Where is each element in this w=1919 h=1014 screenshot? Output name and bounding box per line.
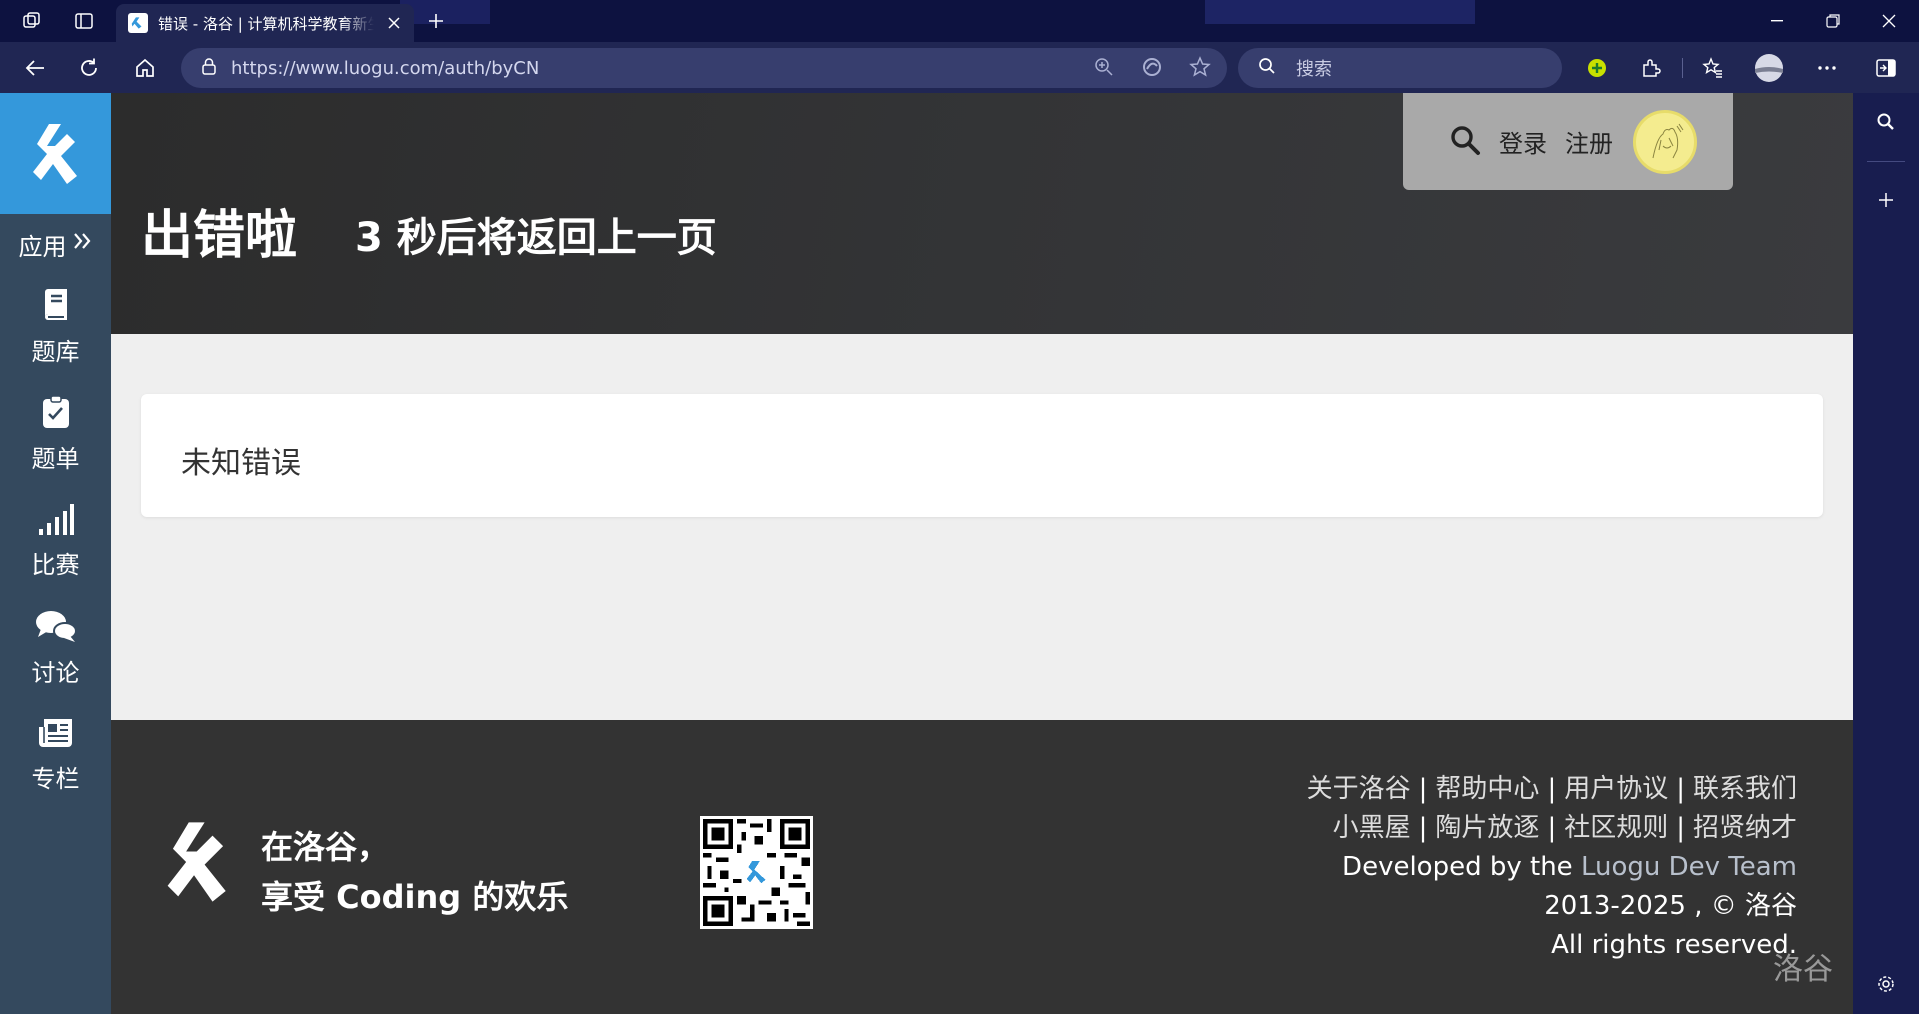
footer-link-help[interactable]: 帮助中心: [1435, 774, 1539, 804]
active-tab[interactable]: 错误 - 洛谷 | 计算机科学教育新生态: [116, 4, 414, 42]
sidebar-item-problems[interactable]: 题库: [0, 274, 111, 381]
footer-link-contact[interactable]: 联系我们: [1693, 774, 1797, 804]
restore-icon[interactable]: [1805, 0, 1861, 42]
tabstrip-decoration: [1205, 0, 1475, 24]
browser-right-sidebar: [1853, 93, 1919, 1014]
tab-actions-icon[interactable]: [72, 9, 96, 33]
sidebar-item-label: 题单: [31, 445, 80, 473]
double-chevron-right-icon: [71, 230, 93, 258]
clipboard-icon: [42, 395, 70, 433]
footer-link-about[interactable]: 关于洛谷: [1307, 774, 1411, 804]
redirect-countdown: 3 秒后将返回上一页: [355, 215, 717, 261]
error-message: 未知错误: [181, 446, 301, 481]
sidebar-item-discuss[interactable]: 讨论: [0, 595, 111, 702]
sidebar-divider: [1867, 161, 1905, 162]
sidebar-item-articles[interactable]: 专栏: [0, 702, 111, 809]
search-placeholder: 搜索: [1296, 59, 1332, 80]
login-link[interactable]: 登录: [1499, 124, 1547, 159]
footer-links-row-1: 关于洛谷 | 帮助中心 | 用户协议 | 联系我们: [1306, 774, 1797, 804]
user-panel: 登录 注册: [1403, 93, 1733, 190]
home-icon[interactable]: [130, 53, 160, 83]
footer-link-community-rules[interactable]: 社区规则: [1564, 813, 1668, 843]
developer-prefix: Developed by the: [1342, 852, 1573, 882]
new-tab-icon[interactable]: [424, 9, 448, 33]
footer-link-careers[interactable]: 招贤纳才: [1693, 813, 1797, 843]
luogu-logo-icon: [32, 123, 77, 184]
sidebar-search-icon[interactable]: [1871, 107, 1901, 137]
sidebar-toggle-icon[interactable]: [1871, 53, 1901, 83]
newspaper-icon: [38, 717, 74, 753]
browser-tab-strip: 错误 - 洛谷 | 计算机科学教育新生态: [0, 0, 1919, 42]
footer-copyright: 2013-2025 , © 洛谷: [1544, 891, 1797, 921]
add-sidebar-app-icon[interactable]: [1871, 185, 1901, 215]
footer-links: 关于洛谷 | 帮助中心 | 用户协议 | 联系我们 小黑屋 | 陶片放逐 | 社区规则 | 招贤纳才 D…: [1307, 770, 1797, 965]
luogu-logo[interactable]: [0, 93, 111, 214]
profile-avatar-icon[interactable]: [1754, 53, 1784, 83]
signal-bars-icon: [38, 503, 74, 539]
footer-rights: All rights reserved.: [1551, 930, 1797, 960]
page-footer: 在洛谷， 享受 Coding 的欢乐 关于洛谷 | 帮助中心 | 用户协议 | …: [111, 720, 1853, 1014]
book-icon: [41, 288, 71, 326]
close-tab-icon[interactable]: [384, 13, 404, 33]
footer-link-terms[interactable]: 用户协议: [1564, 774, 1668, 804]
browser-search-box[interactable]: 搜索: [1238, 48, 1562, 88]
refresh-icon[interactable]: [74, 53, 104, 83]
browser-toolbar: https://www.luogu.com/auth/byCN 搜索: [0, 42, 1919, 93]
zoom-icon[interactable]: [1093, 56, 1115, 82]
slogan-line-1: 在洛谷，: [261, 828, 390, 866]
web-page: 应用 题库 题单 比赛 讨论 专栏 出错啦 3 秒后将返回上一页 登录 注册 未…: [0, 93, 1853, 1014]
lock-icon[interactable]: [201, 57, 217, 79]
wechat-qr-code: [700, 816, 813, 929]
luogu-favicon-icon: [128, 13, 148, 33]
sidebar-item-label: 讨论: [31, 659, 80, 687]
favorites-icon[interactable]: [1698, 53, 1728, 83]
extension-plus-icon[interactable]: [1582, 53, 1612, 83]
site-search-icon[interactable]: [1449, 124, 1481, 160]
tab-title: 错误 - 洛谷 | 计算机科学教育新生态: [158, 14, 374, 33]
sidebar-settings-icon[interactable]: [1871, 969, 1901, 999]
more-menu-icon[interactable]: [1812, 53, 1842, 83]
minimize-icon[interactable]: [1749, 0, 1805, 42]
footer-link-ostracism[interactable]: 陶片放逐: [1435, 813, 1539, 843]
footer-slogan: 在洛谷， 享受 Coding 的欢乐: [261, 822, 568, 922]
sidebar-item-contests[interactable]: 比赛: [0, 488, 111, 595]
avatar-sketch-icon: [1652, 123, 1684, 158]
footer-developer-line: Developed by the Luogu Dev Team: [1307, 848, 1797, 887]
comments-icon: [35, 609, 77, 647]
register-link[interactable]: 注册: [1565, 124, 1613, 159]
apps-toggle[interactable]: 应用: [0, 214, 111, 274]
search-icon: [1258, 57, 1276, 79]
slogan-line-2: 享受 Coding 的欢乐: [261, 878, 569, 916]
url-text[interactable]: https://www.luogu.com/auth/byCN: [231, 58, 539, 79]
sidebar-item-label: 题库: [31, 338, 80, 366]
page-title: 出错啦: [141, 206, 298, 266]
error-card: 未知错误: [141, 394, 1823, 517]
page-header: 出错啦 3 秒后将返回上一页 登录 注册: [111, 93, 1853, 334]
left-sidebar: 应用 题库 题单 比赛 讨论 专栏: [0, 93, 111, 1014]
sidebar-item-problem-lists[interactable]: 题单: [0, 381, 111, 488]
footer-links-row-2: 小黑屋 | 陶片放逐 | 社区规则 | 招贤纳才: [1332, 813, 1797, 843]
sidebar-item-label: 专栏: [31, 765, 80, 793]
sidebar-item-label: 比赛: [31, 551, 80, 579]
toolbar-divider: [1682, 58, 1683, 78]
workspaces-icon[interactable]: [20, 9, 44, 33]
favorite-star-icon[interactable]: [1189, 56, 1211, 82]
footer-link-blacklist[interactable]: 小黑屋: [1333, 813, 1411, 843]
address-bar[interactable]: https://www.luogu.com/auth/byCN: [181, 48, 1227, 88]
dev-team-link[interactable]: Luogu Dev Team: [1581, 852, 1797, 882]
extensions-puzzle-icon[interactable]: [1636, 53, 1666, 83]
footer-luogu-logo-icon: [165, 816, 231, 912]
watermark-text: 洛谷: [1773, 952, 1833, 987]
edge-collections-icon[interactable]: [1141, 56, 1163, 82]
avatar[interactable]: [1633, 109, 1697, 174]
close-window-icon[interactable]: [1861, 0, 1917, 42]
apps-label: 应用: [18, 232, 67, 261]
back-icon[interactable]: [20, 53, 50, 83]
